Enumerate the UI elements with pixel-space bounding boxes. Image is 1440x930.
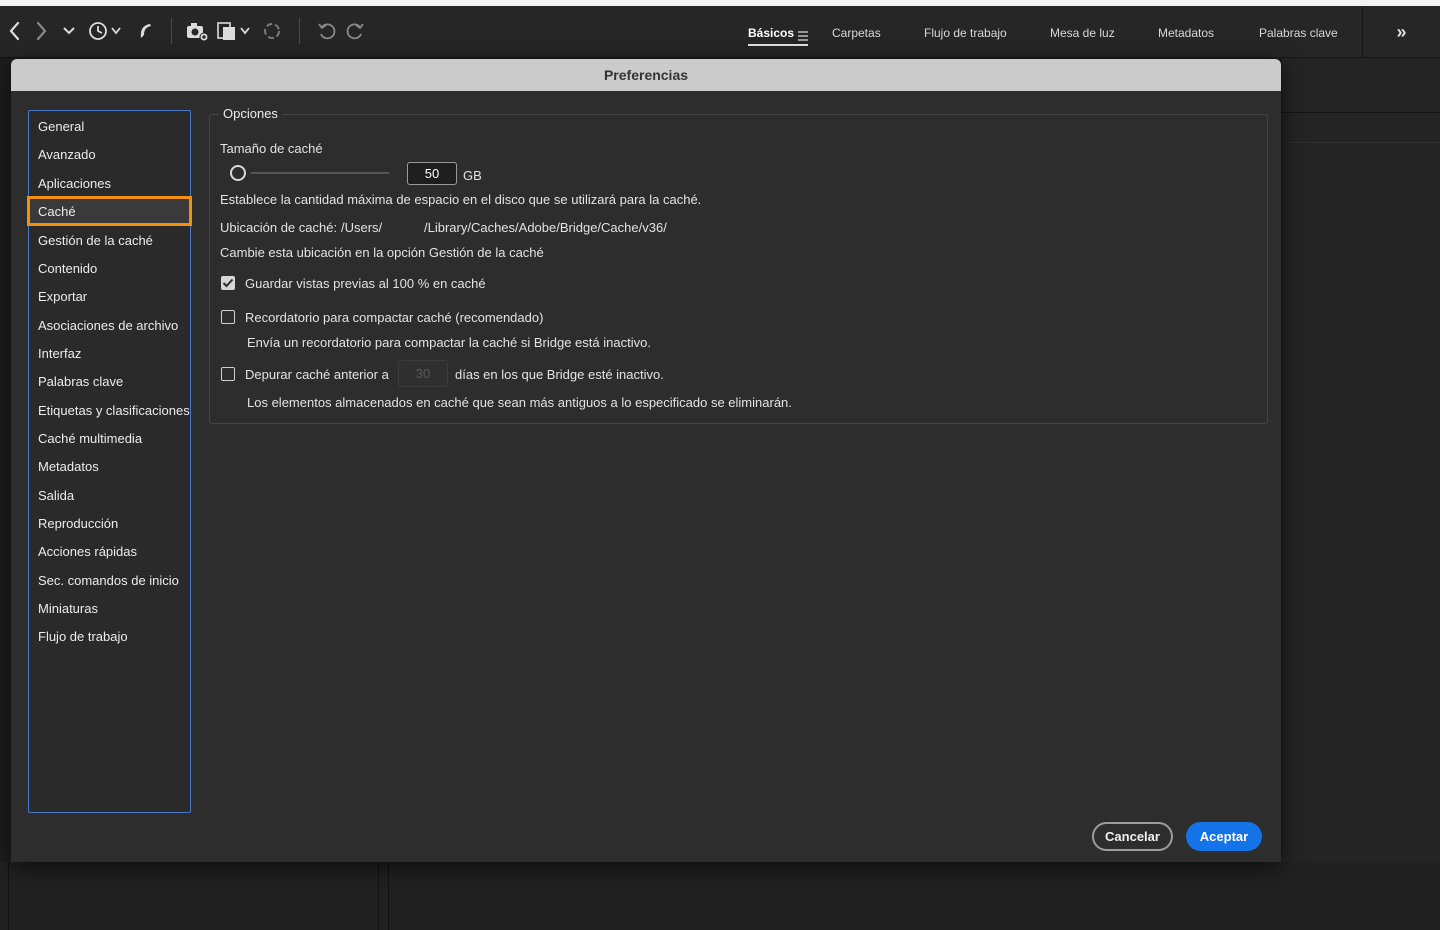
purge-cache-label-after: días en los que Bridge esté inactivo.: [455, 367, 664, 382]
refine-icon[interactable]: [259, 18, 285, 44]
workspace-tab-flujo-de-trabajo[interactable]: Flujo de trabajo: [924, 26, 1007, 40]
recent-history-icon[interactable]: [86, 18, 126, 44]
background-divider: [1282, 112, 1440, 113]
compact-reminder-checkbox[interactable]: [221, 310, 235, 324]
sidebar-item-etiquetas[interactable]: Etiquetas y clasificaciones: [29, 397, 190, 423]
sidebar-item-avanzado[interactable]: Avanzado: [29, 141, 190, 167]
sidebar-item-interfaz[interactable]: Interfaz: [29, 340, 190, 366]
background-divider: [388, 862, 389, 930]
save-previews-label[interactable]: Guardar vistas previas al 100 % en caché: [245, 276, 486, 291]
forward-icon[interactable]: [28, 18, 54, 44]
toolbar-separator: [299, 18, 300, 44]
chevron-down-icon[interactable]: [56, 18, 82, 44]
rotate-left-icon[interactable]: [314, 18, 340, 44]
purge-days-input[interactable]: [398, 360, 448, 387]
sidebar-item-metadatos[interactable]: Metadatos: [29, 453, 190, 479]
cache-location-label: Ubicación de caché:: [220, 220, 338, 235]
workspace-menu-icon[interactable]: [797, 28, 809, 46]
more-workspaces-button[interactable]: »: [1362, 6, 1440, 58]
background-divider: [378, 862, 379, 930]
sidebar-item-acciones-rapidas[interactable]: Acciones rápidas: [29, 538, 190, 564]
workspace-tab-metadatos[interactable]: Metadatos: [1158, 26, 1214, 40]
background-panel-bottom: [0, 862, 1440, 930]
dialog-title: Preferencias: [11, 59, 1281, 91]
sidebar-item-gestion-cache[interactable]: Gestión de la caché: [29, 227, 190, 253]
purge-cache-description: Los elementos almacenados en caché que s…: [247, 395, 792, 410]
sidebar-item-cache[interactable]: Caché: [27, 196, 192, 226]
cache-location-path-end: /Library/Caches/Adobe/Bridge/Cache/v36/: [424, 220, 667, 235]
app-toolbar: Básicos Carpetas Flujo de trabajo Mesa d…: [0, 6, 1440, 58]
sidebar-item-general[interactable]: General: [29, 113, 190, 139]
copy-files-icon[interactable]: [214, 18, 254, 44]
cache-size-label: Tamaño de caché: [220, 141, 323, 156]
sidebar-item-cache-multimedia[interactable]: Caché multimedia: [29, 425, 190, 451]
sidebar-item-sec-comandos[interactable]: Sec. comandos de inicio: [29, 567, 190, 593]
background-divider: [8, 862, 9, 930]
cache-size-unit: GB: [463, 168, 482, 183]
compact-reminder-description: Envía un recordatorio para compactar la …: [247, 335, 651, 350]
toolbar-separator: [171, 18, 172, 44]
sidebar-item-contenido[interactable]: Contenido: [29, 255, 190, 281]
workspace-tab-palabras-clave[interactable]: Palabras clave: [1259, 26, 1338, 40]
purge-cache-label-before[interactable]: Depurar caché anterior a: [245, 367, 389, 382]
sidebar-item-aplicaciones[interactable]: Aplicaciones: [29, 170, 190, 196]
sidebar-item-asociaciones-archivo[interactable]: Asociaciones de archivo: [29, 312, 190, 338]
rotate-right-icon[interactable]: [342, 18, 368, 44]
workspace-tab-basicos[interactable]: Básicos: [748, 26, 794, 40]
checkmark-icon: [222, 278, 234, 288]
cache-location-path-start: /Users/: [341, 220, 383, 235]
background-panel-right: [1282, 58, 1440, 930]
cache-size-slider-thumb[interactable]: [230, 165, 246, 181]
get-photos-camera-icon[interactable]: [184, 18, 210, 44]
cache-size-input[interactable]: [407, 162, 457, 185]
boomerang-icon[interactable]: [132, 18, 158, 44]
back-icon[interactable]: [2, 18, 28, 44]
workspace-tab-mesa-de-luz[interactable]: Mesa de luz: [1050, 26, 1115, 40]
sidebar-item-salida[interactable]: Salida: [29, 482, 190, 508]
purge-cache-checkbox[interactable]: [221, 367, 235, 381]
save-previews-checkbox[interactable]: [221, 276, 235, 290]
preferences-dialog: Preferencias General Avanzado Aplicacion…: [11, 59, 1281, 862]
double-chevron-right-icon: »: [1396, 21, 1407, 42]
sidebar-item-palabras-clave[interactable]: Palabras clave: [29, 368, 190, 394]
workspace-tab-carpetas[interactable]: Carpetas: [832, 26, 881, 40]
cancel-button[interactable]: Cancelar: [1092, 822, 1173, 851]
sidebar-item-exportar[interactable]: Exportar: [29, 283, 190, 309]
cache-size-description: Establece la cantidad máxima de espacio …: [220, 192, 702, 207]
sidebar-item-miniaturas[interactable]: Miniaturas: [29, 595, 190, 621]
compact-reminder-label[interactable]: Recordatorio para compactar caché (recom…: [245, 310, 543, 325]
ok-button[interactable]: Aceptar: [1186, 822, 1262, 851]
background-divider: [1286, 142, 1440, 143]
sidebar-item-flujo-de-trabajo[interactable]: Flujo de trabajo: [29, 623, 190, 649]
options-group-label: Opciones: [219, 106, 282, 121]
cache-size-slider-track[interactable]: [251, 172, 389, 174]
sidebar-item-reproduccion[interactable]: Reproducción: [29, 510, 190, 536]
cache-location-hint: Cambie esta ubicación en la opción Gesti…: [220, 245, 544, 260]
preferences-sidebar: General Avanzado Aplicaciones Caché Gest…: [27, 110, 192, 813]
